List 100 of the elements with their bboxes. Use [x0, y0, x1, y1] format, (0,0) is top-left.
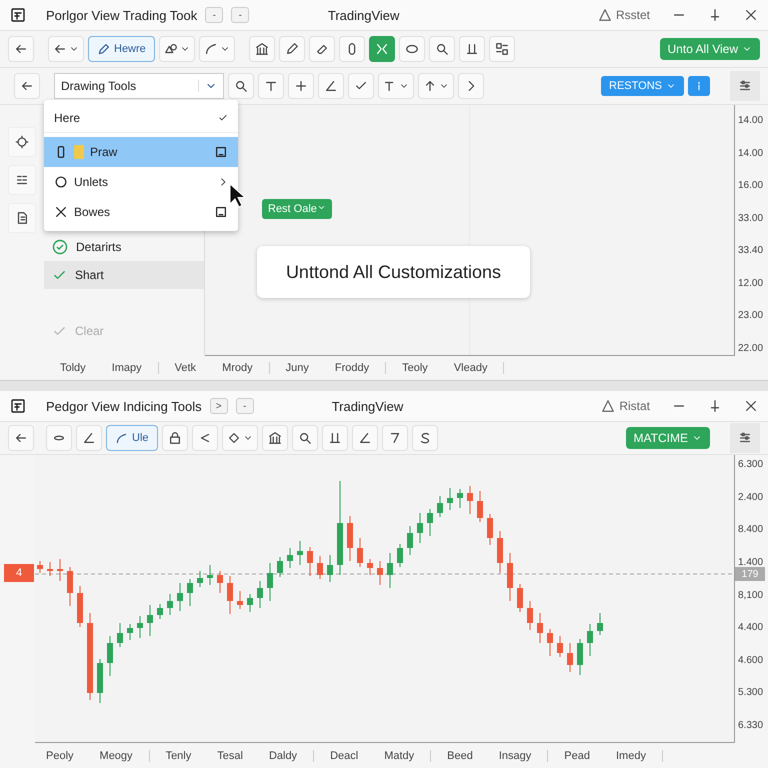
diamond-icon	[226, 431, 241, 445]
document-icon	[15, 211, 29, 225]
price-label: 179	[735, 567, 765, 581]
small-button[interactable]: >	[210, 398, 228, 414]
curve-icon	[115, 432, 128, 444]
candle	[77, 586, 83, 628]
axis-label: Teoly	[402, 362, 428, 374]
building-icon	[268, 431, 282, 445]
up-arrow-icon	[423, 79, 437, 93]
rail-button[interactable]	[8, 165, 36, 195]
check-icon	[218, 113, 228, 123]
candle	[327, 554, 333, 582]
candle	[527, 600, 533, 630]
candle	[547, 628, 553, 656]
settings-button[interactable]	[730, 423, 760, 453]
menu-item[interactable]: Bowes	[44, 197, 238, 227]
candle	[347, 516, 353, 562]
circle-icon	[54, 175, 68, 189]
price-marker: 4	[4, 564, 34, 582]
small-button[interactable]: -	[205, 7, 224, 23]
window-title: Porlgor View Trading Took	[46, 8, 198, 22]
candle	[597, 612, 603, 636]
candle	[517, 584, 523, 612]
axis-label: Deacl	[330, 750, 358, 762]
plus-icon	[294, 79, 308, 93]
rail-button[interactable]	[8, 127, 36, 157]
angle-icon	[358, 431, 372, 445]
axis-label: Toldy	[60, 362, 86, 374]
back-arrow-icon	[14, 42, 28, 56]
window-title: Pedgor View Indicing Tools	[46, 398, 202, 414]
candle	[567, 642, 573, 672]
candle	[297, 540, 303, 566]
candle	[437, 496, 443, 518]
settings-button[interactable]	[730, 71, 760, 101]
axis-label: Juny	[286, 362, 309, 374]
candle	[457, 488, 463, 508]
candle	[317, 556, 323, 580]
menu-item[interactable]: Unlets	[44, 167, 238, 197]
view-button[interactable]: Ule	[106, 425, 158, 451]
axis-label: 6.330	[738, 720, 764, 731]
building-icon	[254, 42, 269, 56]
candle	[267, 562, 273, 602]
bars-icon	[328, 431, 342, 445]
axis-label: Froddy	[334, 362, 370, 374]
rail-button[interactable]	[8, 203, 36, 233]
axis-label: 22.00	[738, 342, 764, 354]
small-button[interactable]: -	[231, 7, 250, 23]
tools-dropdown[interactable]: Drawing Tools	[54, 73, 224, 99]
candle	[587, 624, 593, 656]
back-arrow-icon	[14, 431, 28, 445]
axis-label: 5.300	[738, 687, 764, 698]
eraser-icon	[314, 42, 329, 56]
notice-card: Unttond All Customizations	[257, 246, 530, 298]
reset-label[interactable]: Rsstet	[616, 8, 650, 22]
axis-label: Tesal	[217, 750, 243, 762]
axis-label: 14.00	[738, 115, 764, 126]
axis-label: Peoly	[46, 750, 74, 762]
reset-label[interactable]: Ristat	[619, 399, 650, 413]
app-title: TradingView	[330, 398, 404, 414]
candle	[287, 548, 293, 568]
view-button[interactable]: Hewre	[88, 36, 155, 62]
info-button[interactable]	[688, 76, 710, 96]
app-icon	[10, 398, 26, 414]
sidebar-item[interactable]: Detarirts	[44, 233, 204, 261]
axis-label: 4.400	[738, 622, 764, 634]
candle	[427, 508, 433, 536]
candle	[137, 616, 143, 638]
candle	[247, 594, 253, 612]
candle	[197, 570, 203, 588]
candle	[577, 638, 583, 676]
candle	[377, 560, 383, 586]
candle	[97, 658, 103, 704]
file-icon	[74, 145, 84, 159]
candle	[187, 578, 193, 606]
candle	[47, 562, 53, 576]
candle	[557, 636, 563, 658]
candle	[257, 580, 263, 608]
search-icon	[298, 431, 312, 445]
candle	[507, 552, 513, 602]
candle	[367, 558, 373, 576]
bars-icon	[464, 42, 479, 56]
menu-item[interactable]: Praw	[44, 137, 238, 167]
axis-label: 8,100	[738, 590, 764, 600]
axis-label: 16.00	[738, 180, 764, 192]
small-button[interactable]: -	[236, 398, 254, 414]
axis-label: Tenly	[166, 750, 192, 762]
candle	[117, 622, 123, 648]
axis-label: Vetk	[174, 362, 196, 374]
candle	[447, 488, 453, 510]
candle	[57, 558, 63, 582]
pencil-icon	[97, 42, 110, 56]
axis-label: 8.400	[738, 524, 764, 536]
menu-item[interactable]: Here	[44, 104, 238, 133]
axis-label: 1.400	[738, 556, 764, 568]
axis-label: Imapy	[112, 362, 142, 374]
app-title: TradingView	[326, 8, 400, 22]
settings-icon	[738, 431, 752, 445]
candle	[497, 530, 503, 574]
sidebar-item[interactable]: Shart	[44, 261, 204, 289]
candle	[407, 526, 413, 556]
